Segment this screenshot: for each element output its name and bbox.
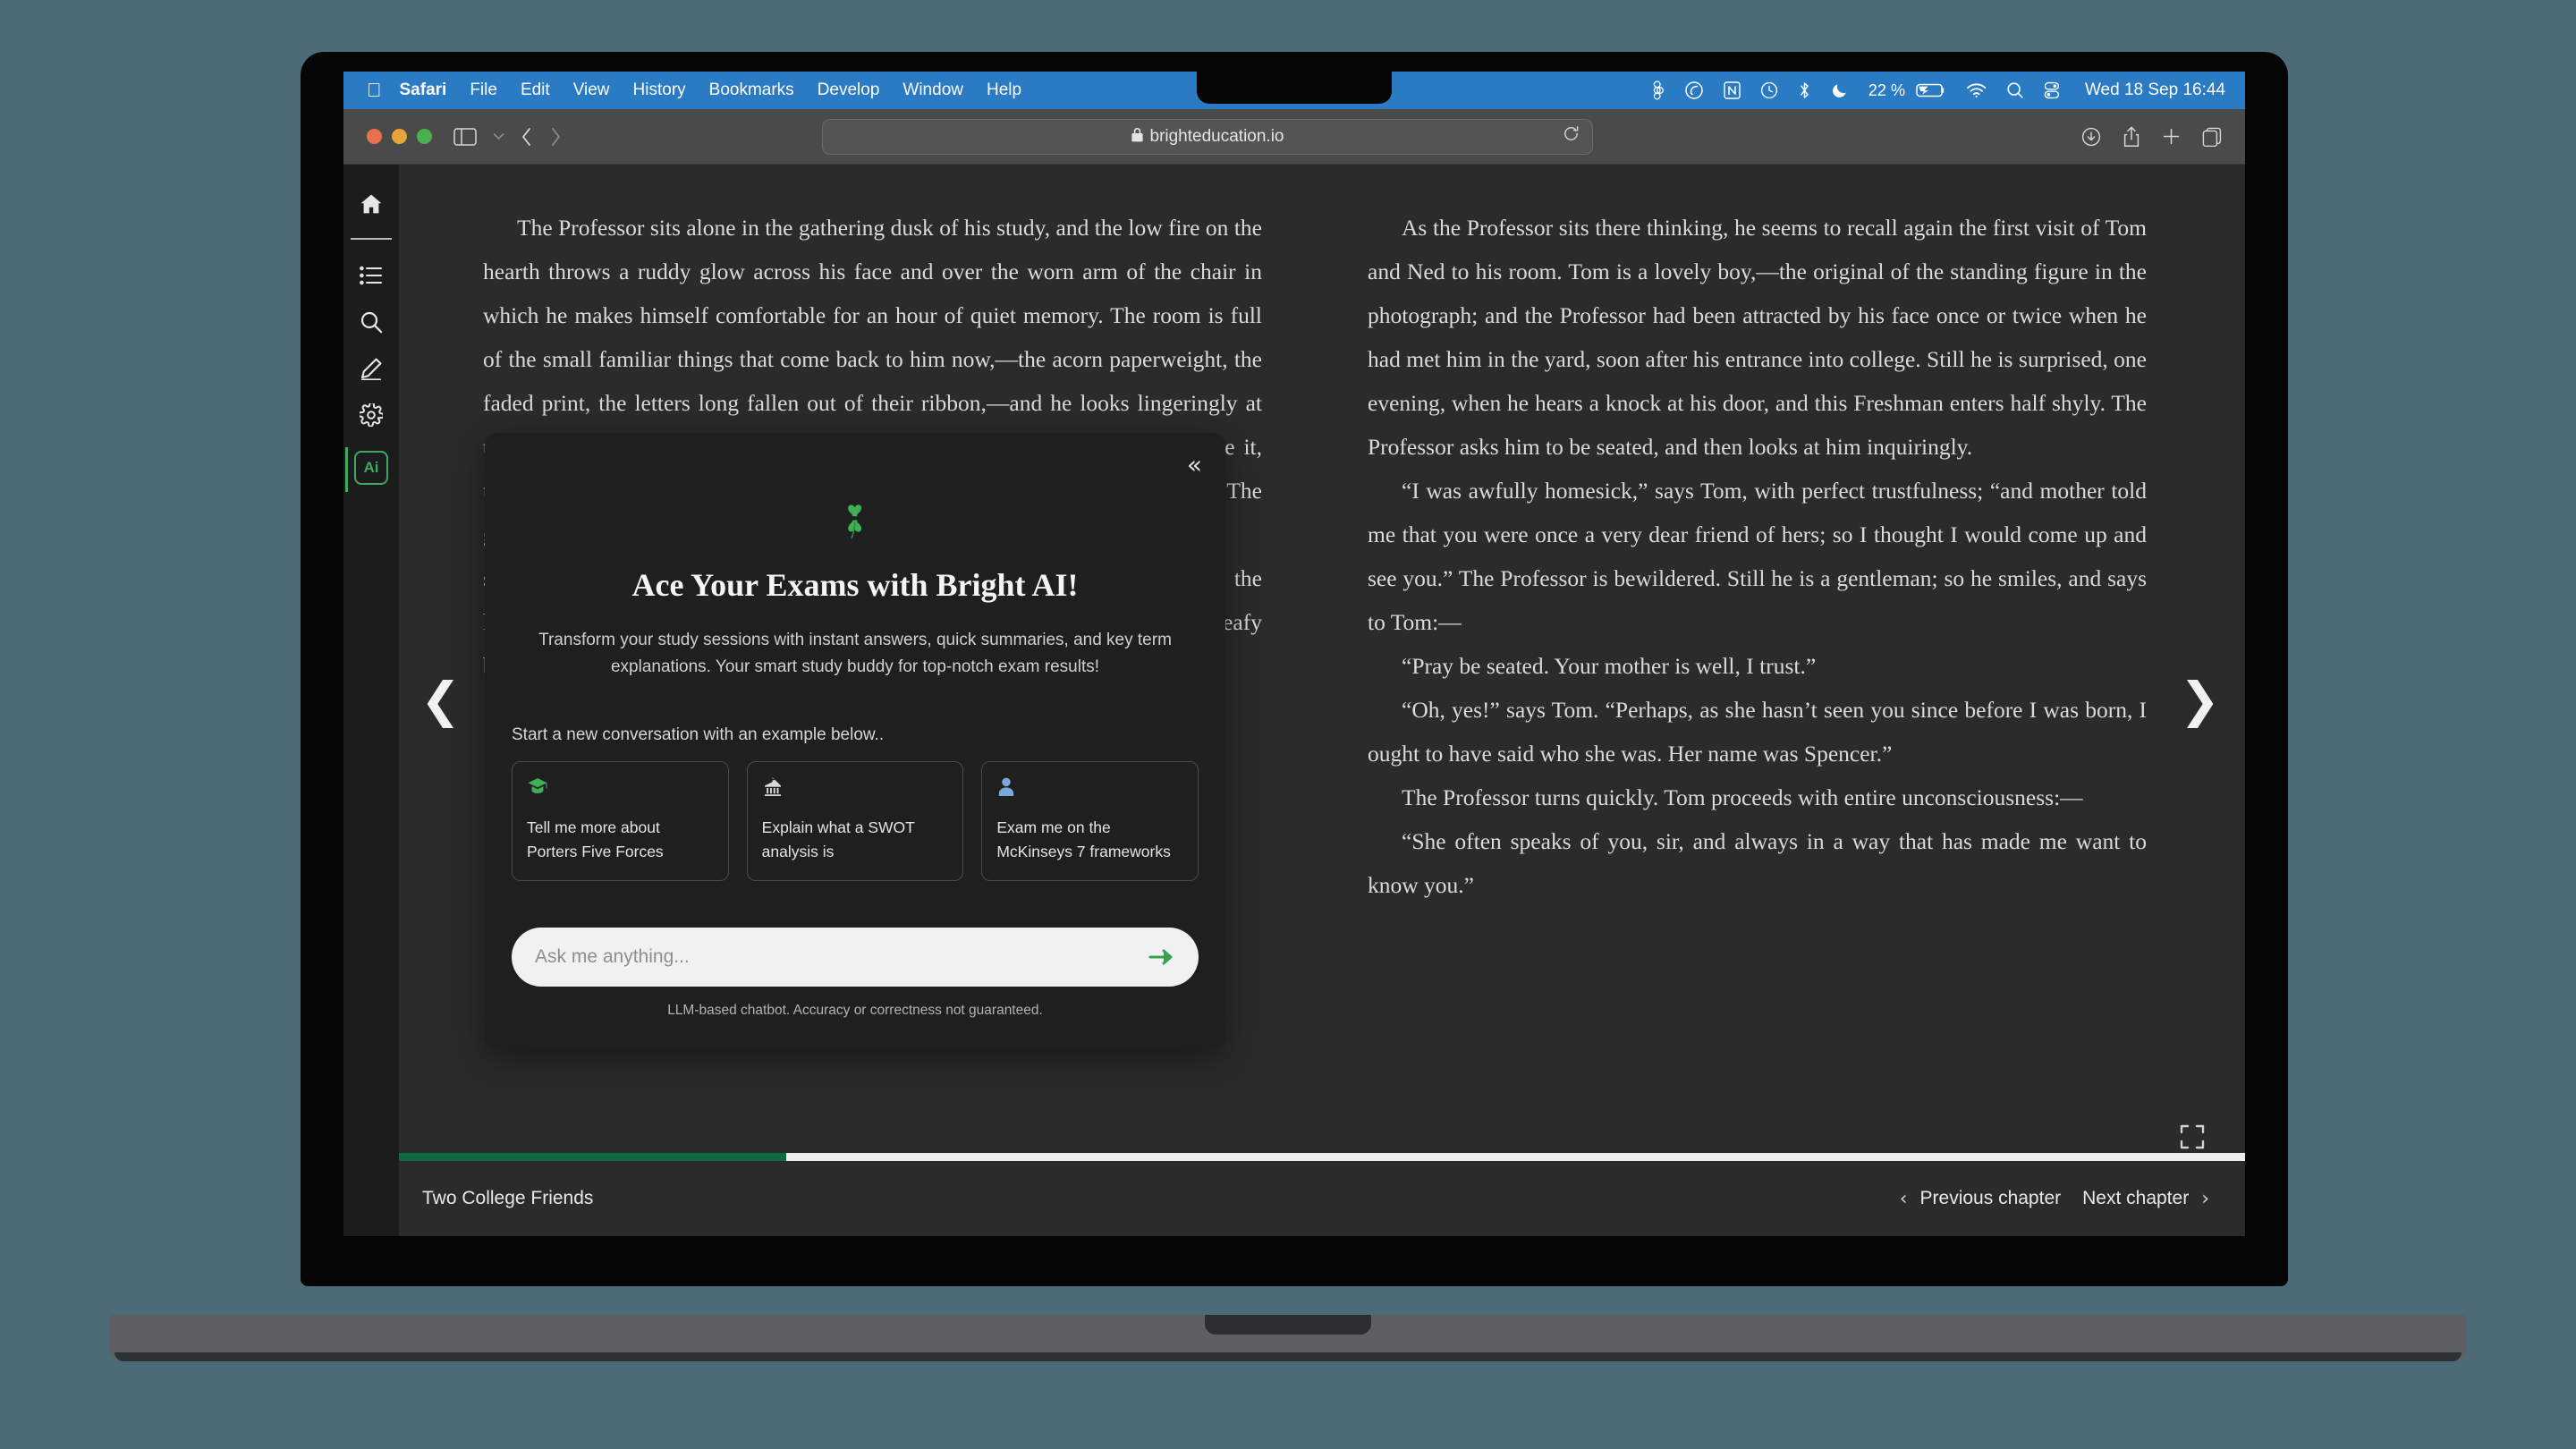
do-not-disturb-moon-icon[interactable] bbox=[1831, 81, 1849, 99]
suggestion-card-label: Tell me more about Porters Five Forces bbox=[527, 818, 664, 860]
plus-icon[interactable] bbox=[2162, 127, 2181, 146]
four-leaf-clover-icon bbox=[512, 496, 1199, 547]
sidebar-item-table-of-contents[interactable] bbox=[352, 256, 391, 295]
previous-page-chevron-left-icon[interactable]: ❮ bbox=[420, 676, 461, 724]
reading-area: ❮ ❯ The Professor sits alone in the gath… bbox=[399, 165, 2245, 1236]
suggestion-card[interactable]: Tell me more about Porters Five Forces bbox=[512, 761, 729, 881]
ai-chat-input[interactable] bbox=[535, 946, 1148, 968]
chevron-right-icon: › bbox=[2201, 1187, 2209, 1210]
chapter-navigation: ‹ Previous chapter Next chapter › bbox=[1900, 1188, 2209, 1210]
previous-chapter-button[interactable]: ‹ Previous chapter bbox=[1900, 1188, 2061, 1210]
paragraph: As the Professor sits there thinking, he… bbox=[1368, 215, 2147, 460]
minimize-window-button[interactable] bbox=[392, 129, 407, 144]
figma-icon[interactable] bbox=[1650, 80, 1665, 100]
cloud-disc-icon[interactable] bbox=[1684, 80, 1704, 100]
sidebar-item-settings[interactable] bbox=[352, 395, 391, 435]
menubar-status-icons: 22 % Wed 18 Sep 16:44 bbox=[1650, 80, 2225, 100]
menu-item-edit[interactable]: Edit bbox=[521, 80, 550, 100]
suggestion-card[interactable]: Explain what a SWOT analysis is bbox=[746, 761, 964, 881]
person-icon bbox=[996, 776, 1183, 801]
menu-item-develop[interactable]: Develop bbox=[818, 80, 880, 100]
menu-item-safari[interactable]: Safari bbox=[400, 80, 447, 100]
battery-percentage: 22 % bbox=[1868, 80, 1905, 99]
sidebar-item-annotate[interactable] bbox=[352, 349, 391, 388]
next-chapter-label: Next chapter bbox=[2082, 1188, 2190, 1208]
ai-assistant-modal: « Ace Your Exams with Bright AI! Transfo… bbox=[485, 433, 1225, 1049]
app-sidebar: Ai bbox=[343, 165, 399, 1236]
ai-suggestion-cards: Tell me more about Porters Five Forces E… bbox=[512, 761, 1199, 881]
apple-logo-icon[interactable]:  bbox=[367, 80, 382, 100]
paragraph: “Oh, yes!” says Tom. “Perhaps, as she ha… bbox=[1368, 697, 2147, 767]
sidebar-toggle-icon[interactable] bbox=[453, 127, 477, 146]
lock-icon bbox=[1131, 127, 1143, 146]
notion-icon[interactable] bbox=[1724, 81, 1741, 99]
reload-icon[interactable] bbox=[1563, 125, 1580, 148]
menu-item-help[interactable]: Help bbox=[987, 80, 1021, 100]
sidebar-item-search[interactable] bbox=[352, 302, 391, 342]
suggestion-card[interactable]: Exam me on the McKinseys 7 frameworks bbox=[981, 761, 1199, 881]
screen:  Safari File Edit View History Bookmark… bbox=[343, 72, 2245, 1236]
previous-chapter-label: Previous chapter bbox=[1919, 1188, 2062, 1208]
ai-modal-starter-text: Start a new conversation with an example… bbox=[512, 725, 885, 744]
menu-item-window[interactable]: Window bbox=[902, 80, 963, 100]
paragraph: “She often speaks of you, sir, and alway… bbox=[1368, 828, 2147, 898]
chevron-left-icon: ‹ bbox=[1899, 1187, 1908, 1210]
menu-item-bookmarks[interactable]: Bookmarks bbox=[709, 80, 794, 100]
control-center-icon[interactable] bbox=[2044, 81, 2060, 99]
menubar-clock[interactable]: Wed 18 Sep 16:44 bbox=[2085, 80, 2225, 100]
laptop-frame:  Safari File Edit View History Bookmark… bbox=[301, 52, 2288, 1286]
book-column-right: As the Professor sits there thinking, he… bbox=[1368, 206, 2147, 1120]
wifi-icon[interactable] bbox=[1966, 82, 1987, 98]
close-window-button[interactable] bbox=[367, 129, 382, 144]
graduation-cap-icon bbox=[527, 776, 714, 801]
back-chevron-icon[interactable] bbox=[521, 126, 533, 148]
ai-modal-title: Ace Your Exams with Bright AI! bbox=[631, 567, 1079, 603]
reading-progress-fill bbox=[399, 1153, 787, 1161]
address-bar[interactable]: brighteducation.io bbox=[822, 118, 1593, 155]
tab-overview-icon[interactable] bbox=[2202, 127, 2222, 147]
paragraph: “Pray be seated. Your mother is well, I … bbox=[1402, 653, 1817, 679]
paragraph: “I was awfully homesick,” says Tom, with… bbox=[1368, 478, 2147, 635]
battery-charging-icon[interactable] bbox=[1916, 81, 1946, 99]
safari-toolbar: brighteducation.io bbox=[343, 109, 2245, 165]
paragraph: The Professor turns quickly. Tom proceed… bbox=[1402, 784, 2083, 810]
laptop-base-lip bbox=[114, 1352, 2462, 1361]
reading-progress-bar[interactable] bbox=[399, 1153, 2245, 1161]
sidebar-item-ai[interactable]: Ai bbox=[354, 451, 388, 485]
reader-bottom-bar: Two College Friends ‹ Previous chapter N… bbox=[399, 1161, 2245, 1236]
safari-toolbar-right bbox=[2081, 126, 2222, 148]
sidebar-item-home[interactable] bbox=[352, 184, 391, 224]
suggestion-card-label: Explain what a SWOT analysis is bbox=[761, 818, 915, 860]
window-traffic-lights bbox=[367, 129, 432, 144]
bank-building-icon bbox=[762, 776, 949, 801]
reader-app: Ai ❮ ❯ The Professor sits alone in the g… bbox=[343, 165, 2245, 1236]
clock-icon[interactable] bbox=[1760, 81, 1778, 99]
ai-chat-input-row[interactable] bbox=[512, 928, 1199, 987]
menu-item-file[interactable]: File bbox=[470, 80, 497, 100]
fullscreen-icon[interactable] bbox=[2179, 1123, 2206, 1150]
menu-item-history[interactable]: History bbox=[633, 80, 686, 100]
ai-disclaimer: LLM-based chatbot. Accuracy or correctne… bbox=[667, 1003, 1043, 1018]
send-arrow-icon[interactable] bbox=[1148, 947, 1175, 967]
sidebar-item-ai-wrapper: Ai bbox=[343, 447, 399, 492]
chevron-down-icon[interactable] bbox=[493, 132, 504, 140]
next-chapter-button[interactable]: Next chapter › bbox=[2082, 1188, 2209, 1210]
display-notch bbox=[1197, 72, 1392, 104]
forward-chevron-icon[interactable] bbox=[549, 126, 562, 148]
ai-modal-subtitle: Transform your study sessions with insta… bbox=[538, 631, 1172, 676]
next-page-chevron-right-icon[interactable]: ❯ bbox=[2180, 676, 2220, 724]
laptop-base-notch bbox=[1205, 1315, 1371, 1335]
bluetooth-icon[interactable] bbox=[1798, 80, 1811, 100]
menu-item-view[interactable]: View bbox=[573, 80, 610, 100]
suggestion-card-label: Exam me on the McKinseys 7 frameworks bbox=[996, 818, 1171, 860]
collapse-panel-double-chevron-left-icon[interactable]: « bbox=[1187, 453, 1202, 478]
downloads-icon[interactable] bbox=[2081, 127, 2101, 147]
zoom-window-button[interactable] bbox=[417, 129, 432, 144]
address-bar-url: brighteducation.io bbox=[1149, 126, 1284, 146]
sidebar-divider bbox=[351, 238, 392, 240]
spotlight-search-icon[interactable] bbox=[2006, 81, 2024, 99]
share-icon[interactable] bbox=[2123, 126, 2140, 148]
book-title: Two College Friends bbox=[422, 1188, 594, 1208]
